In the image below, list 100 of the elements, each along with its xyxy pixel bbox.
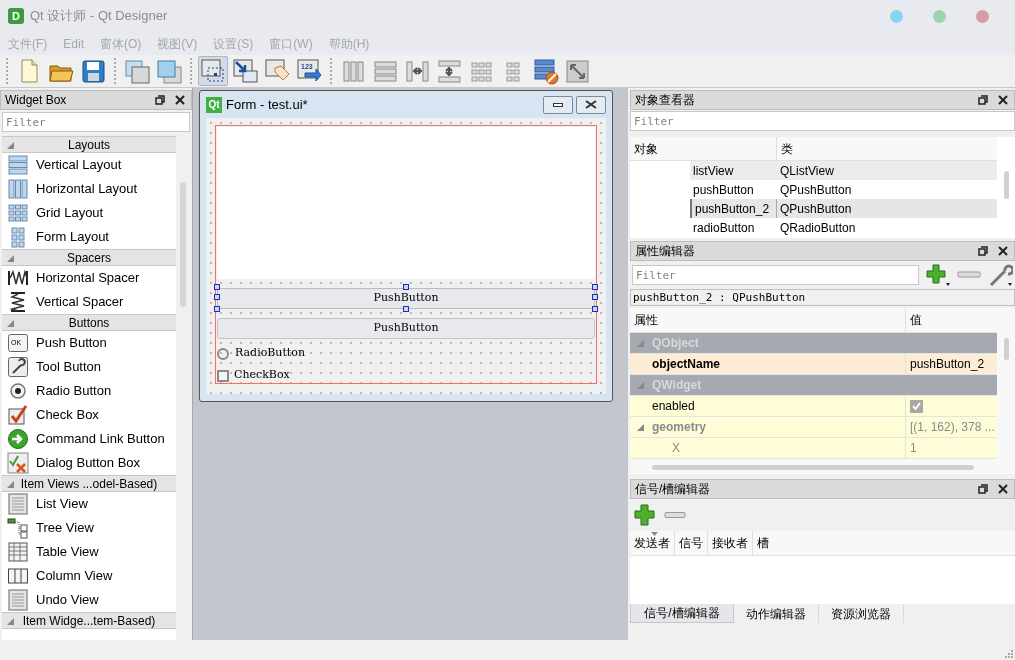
column-header[interactable]: 对象 (630, 137, 777, 160)
wrench-icon (7, 356, 29, 378)
widget-label: Check Box (36, 406, 99, 425)
columns-icon (7, 178, 29, 200)
dock-title: 属性编辑器 (635, 243, 696, 260)
widget-item[interactable]: Column View (2, 564, 176, 588)
column-header[interactable]: 值 (906, 308, 997, 332)
widget-label: Horizontal Layout (36, 180, 138, 199)
filter-field[interactable]: Filter (2, 112, 190, 132)
property-name: objectName (651, 356, 721, 373)
category-header[interactable]: Item Widge...tem-Based) (2, 612, 176, 629)
tab[interactable]: 信号/槽编辑器 (630, 604, 734, 623)
widget-item[interactable]: Undo View (2, 588, 176, 612)
widget-label: Command Link Button (36, 430, 165, 449)
scrollbar[interactable] (652, 465, 974, 470)
widget-item[interactable]: Horizontal Layout (2, 177, 176, 201)
property-value: 1 (910, 440, 917, 457)
property-row[interactable]: objectName pushButton_2 (630, 354, 997, 375)
close-icon[interactable] (998, 95, 1008, 105)
list-icon (7, 493, 29, 515)
column-header[interactable]: 接收者 (708, 531, 753, 555)
toolbar-button[interactable] (230, 56, 260, 86)
expanded-arrow-icon[interactable] (636, 423, 644, 431)
category-label: Layouts (68, 136, 110, 154)
form-title: Form - test.ui* (226, 95, 308, 114)
float-icon[interactable] (978, 246, 988, 256)
widget-item[interactable]: Horizontal Spacer (2, 266, 176, 290)
radio-button[interactable] (217, 347, 229, 360)
button-icon (7, 332, 29, 354)
property-name: X (671, 440, 680, 457)
widget-label: Dialog Button Box (36, 454, 141, 473)
widget-label: Radio Button (36, 382, 112, 401)
resize-handle[interactable] (403, 305, 409, 312)
close-icon[interactable] (998, 484, 1008, 494)
dock-title: Widget Box (5, 92, 68, 109)
category-header[interactable]: Buttons (2, 314, 176, 331)
widget-label: Table View (36, 543, 99, 562)
object-name: pushButton (692, 181, 755, 199)
class-name: QPushButton (779, 200, 853, 218)
minus-icon[interactable] (664, 512, 686, 518)
widget-item[interactable]: Grid Layout (2, 201, 176, 225)
float-icon[interactable] (155, 95, 165, 105)
vertical-splitter-icon (435, 57, 463, 85)
float-icon[interactable] (978, 95, 988, 105)
column-header[interactable]: 信号 (675, 531, 708, 555)
property-row[interactable]: X 1 (630, 438, 997, 459)
scrollbar[interactable] (180, 182, 186, 307)
filter-field[interactable]: Filter (632, 265, 919, 285)
plus-icon[interactable] (925, 263, 951, 287)
category-header[interactable]: Item Views ...odel-Based) (2, 475, 176, 492)
widget-item[interactable]: Check Box (2, 403, 176, 427)
checkbox[interactable] (217, 369, 229, 382)
widget-item[interactable]: List View (2, 492, 176, 516)
property-name: enabled (651, 398, 695, 415)
list-icon (7, 589, 29, 611)
category-header[interactable]: Spacers (2, 249, 176, 266)
minimize-button[interactable] (543, 95, 573, 114)
plus-icon[interactable] (634, 504, 656, 526)
widget-item[interactable]: Tree View (2, 516, 176, 540)
class-name: QPushButton (779, 181, 853, 199)
column-header[interactable]: 属性 (630, 308, 906, 332)
column-header[interactable]: 槽 (753, 531, 773, 555)
resize-handle[interactable] (403, 284, 409, 290)
tree-row[interactable]: pushButton_2 QPushButton (690, 199, 997, 218)
widget-item[interactable]: Tool Button (2, 355, 176, 379)
close-button[interactable] (576, 95, 606, 114)
push-button[interactable]: PushButton (217, 317, 595, 339)
tree-row[interactable]: listView QListView (690, 161, 997, 180)
widget-item[interactable]: Vertical Spacer (2, 290, 176, 314)
close-icon[interactable] (998, 246, 1008, 256)
check-icon (912, 402, 921, 410)
resize-grip-icon[interactable] (1005, 650, 1013, 658)
checkbox[interactable] (910, 399, 923, 413)
scrollbar[interactable] (1004, 338, 1009, 360)
widget-item[interactable]: Table View (2, 540, 176, 564)
widget-label: Column View (36, 567, 113, 586)
widget-item[interactable]: Vertical Layout (2, 153, 176, 177)
class-name: QRadioButton (779, 219, 857, 237)
minimize-icon (553, 102, 563, 107)
expanded-arrow-icon (7, 255, 14, 262)
category-header[interactable]: Layouts (2, 136, 176, 153)
object-name: radioButton (692, 219, 756, 237)
filter-field[interactable]: Filter (630, 111, 1015, 131)
widget-item[interactable]: Dialog Button Box (2, 451, 176, 475)
widget-label: Grid Layout (36, 204, 104, 223)
property-row[interactable]: enabled (630, 396, 997, 417)
widget-item[interactable]: Form Layout (2, 225, 176, 249)
class-name: QListView (779, 162, 835, 180)
float-icon[interactable] (978, 484, 988, 494)
wrench-icon[interactable] (987, 263, 1013, 287)
column-header[interactable]: 类 (777, 137, 997, 160)
scrollbar[interactable] (1004, 171, 1009, 199)
check-cross-icon (7, 452, 29, 474)
checkbox-label: CheckBox (234, 367, 290, 384)
widget-item[interactable]: Command Link Button (2, 427, 176, 451)
property-row[interactable]: geometry [(1, 162), 378 ... (630, 417, 997, 438)
push-button[interactable]: PushButton (217, 287, 595, 309)
widget-item[interactable]: Radio Button (2, 379, 176, 403)
qt-logo: Qt (206, 96, 222, 113)
close-icon[interactable] (175, 95, 185, 105)
